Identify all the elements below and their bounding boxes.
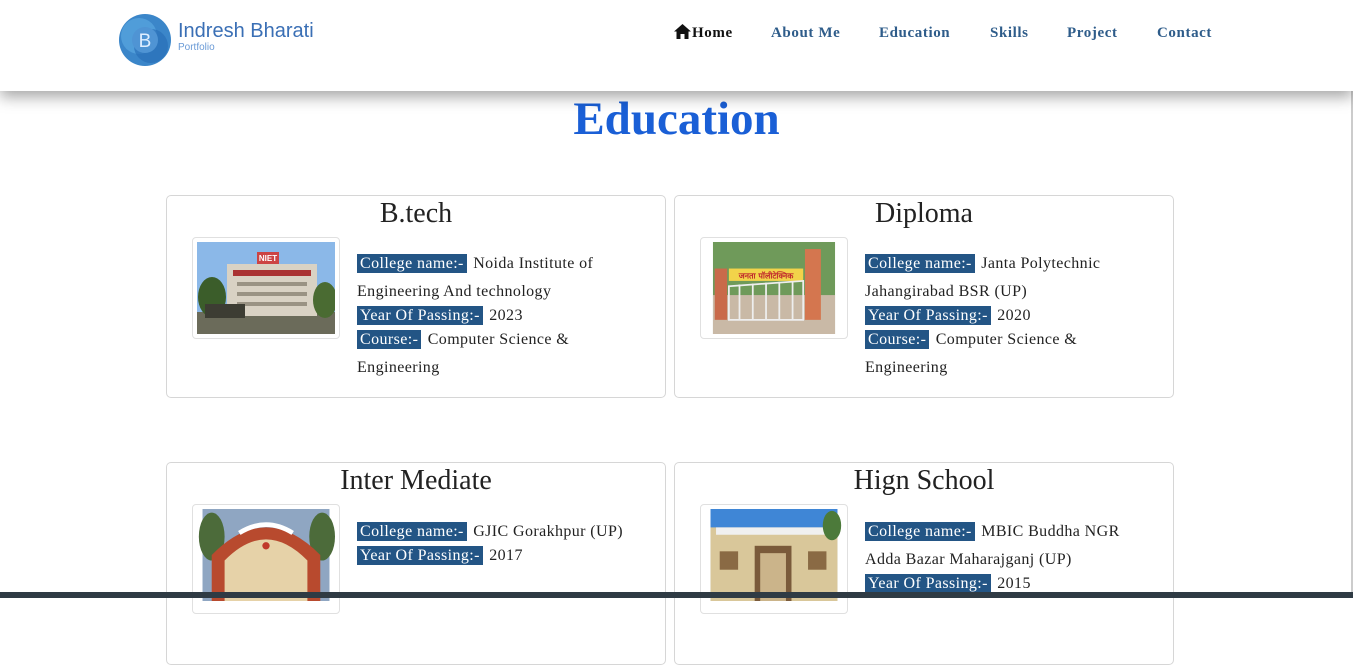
bottom-bar <box>0 592 1353 598</box>
brand-name[interactable]: Indresh Bharati <box>178 20 314 43</box>
nav-contact[interactable]: Contact <box>1157 24 1212 42</box>
year-label: Year Of Passing:- <box>865 306 991 325</box>
navbar: B Indresh Bharati Portfolio Home About M… <box>0 0 1353 91</box>
education-card-btech: B.tech NIET College name:- Noida Institu… <box>166 195 666 398</box>
year-label: Year Of Passing:- <box>357 306 483 325</box>
brand-logo[interactable]: B <box>117 13 173 67</box>
college-name-label: College name:- <box>865 522 975 541</box>
year-value: 2015 <box>997 575 1031 592</box>
college-image: NIET <box>197 242 335 334</box>
logo-letter: B <box>139 31 152 52</box>
nav-education[interactable]: Education <box>879 24 950 42</box>
nav-home[interactable]: Home <box>674 24 733 42</box>
education-details: College name:- Noida Institute of Engine… <box>357 250 637 382</box>
card-title: Hign School <box>853 465 995 496</box>
brand-subtitle: Portfolio <box>178 42 215 53</box>
nav-about-me[interactable]: About Me <box>771 24 840 42</box>
education-details: College name:- MBIC Buddha NGR Adda Baza… <box>865 518 1145 598</box>
year-value: 2020 <box>997 307 1031 324</box>
year-value: 2017 <box>489 547 523 564</box>
year-value: 2023 <box>489 307 523 324</box>
year-label: Year Of Passing:- <box>865 574 991 593</box>
nav-home-label: Home <box>692 25 733 41</box>
college-image <box>710 509 842 601</box>
card-title: Inter Mediate <box>340 465 492 496</box>
education-details: College name:- GJIC Gorakhpur (UP) Year … <box>357 518 637 570</box>
section-title: Education <box>573 93 780 145</box>
education-card-diploma: Diploma जनता पॉलीटेक्निक College name:- … <box>674 195 1174 398</box>
college-photo: जनता पॉलीटेक्निक <box>700 237 848 339</box>
college-name-label: College name:- <box>865 254 975 273</box>
card-title: Diploma <box>875 198 973 229</box>
college-photo: NIET <box>192 237 340 339</box>
college-sign-text: जनता पॉलीटेक्निक <box>738 270 795 280</box>
college-image: जनता पॉलीटेक्निक <box>712 242 836 334</box>
course-label: Course:- <box>357 330 422 349</box>
education-details: College name:- Janta Polytechnic Jahangi… <box>865 250 1145 382</box>
education-card-high-school: Hign School College name:- MBIC Buddha N… <box>674 462 1174 665</box>
college-name-label: College name:- <box>357 254 467 273</box>
college-image <box>198 509 335 601</box>
college-name-label: College name:- <box>357 522 467 541</box>
education-card-intermediate: Inter Mediate College name:- GJIC Gorakh… <box>166 462 666 665</box>
card-title: B.tech <box>379 198 453 229</box>
college-sign-text: NIET <box>259 254 277 263</box>
college-name-value: GJIC Gorakhpur (UP) <box>473 523 624 540</box>
home-icon <box>674 24 691 39</box>
nav-project[interactable]: Project <box>1067 24 1118 42</box>
course-label: Course:- <box>865 330 930 349</box>
year-label: Year Of Passing:- <box>357 546 483 565</box>
nav-skills[interactable]: Skills <box>990 24 1029 42</box>
